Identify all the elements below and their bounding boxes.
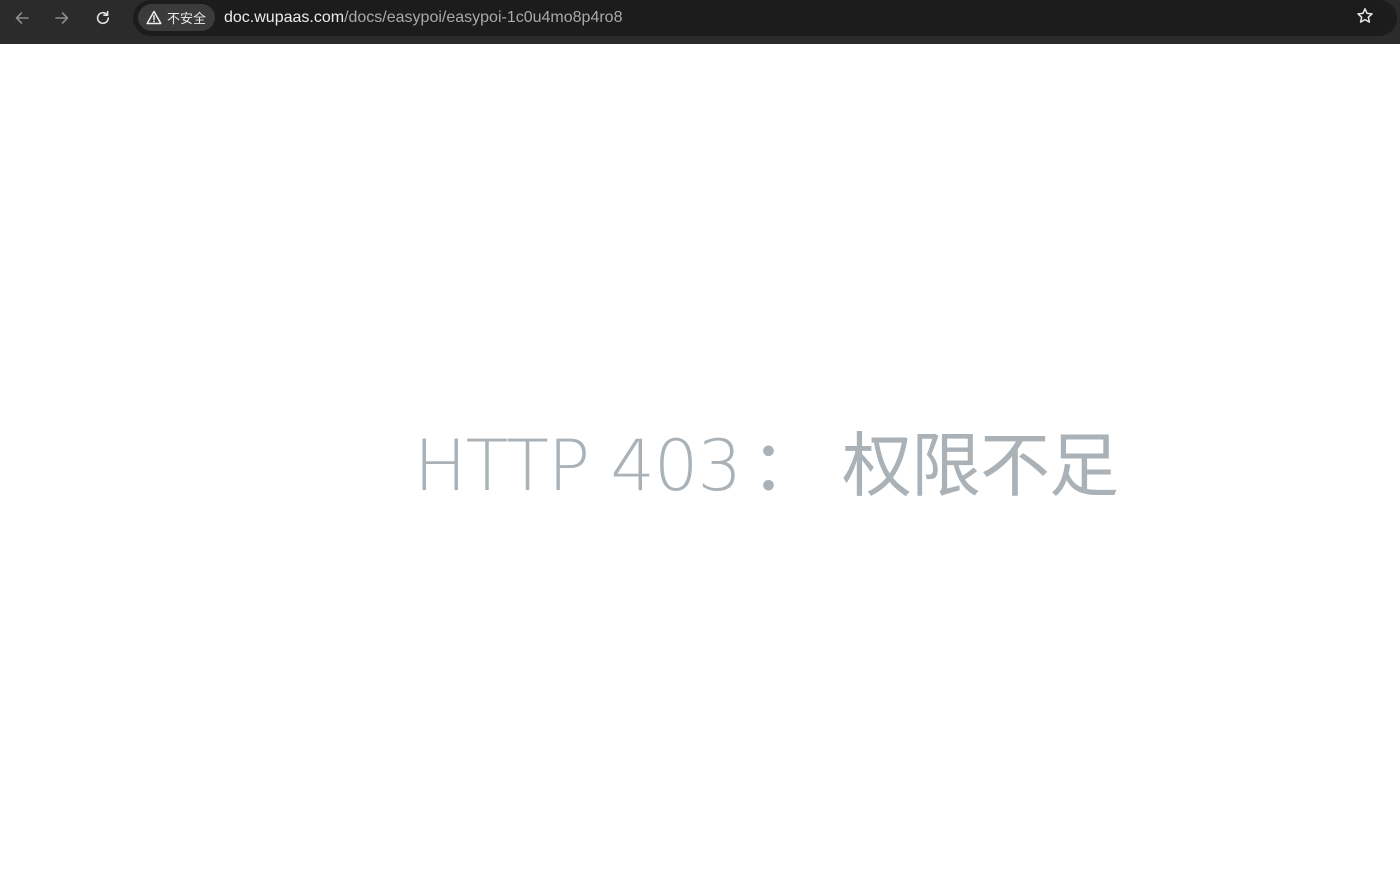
url-text[interactable]: doc.wupaas.com/docs/easypoi/easypoi-1c0u… [224,8,622,28]
arrow-left-icon [13,9,31,27]
star-outline-icon [1356,7,1374,30]
address-bar[interactable]: 不安全 doc.wupaas.com/docs/easypoi/easypoi-… [133,0,1397,36]
forward-button[interactable] [48,4,76,32]
reload-icon [94,9,112,27]
url-host: doc.wupaas.com [224,9,345,26]
bookmark-button[interactable] [1352,5,1378,31]
error-separator: ： [751,425,821,507]
error-description: 权限不足 [842,425,1119,507]
security-label: 不安全 [167,12,207,27]
url-path: /docs/easypoi/easypoi-1c0u4mo8p4ro8 [344,9,623,26]
error-message: HTTP 403： 权限不足 [414,425,1119,507]
page-content: HTTP 403： 权限不足 [0,44,1400,874]
security-indicator-chip[interactable]: 不安全 [138,4,216,31]
arrow-right-icon [53,9,71,27]
back-button[interactable] [8,4,36,32]
error-code: HTTP 403 [414,425,742,507]
reload-button[interactable] [89,4,117,32]
browser-toolbar: 不安全 doc.wupaas.com/docs/easypoi/easypoi-… [0,0,1400,44]
warning-triangle-icon [146,10,162,25]
